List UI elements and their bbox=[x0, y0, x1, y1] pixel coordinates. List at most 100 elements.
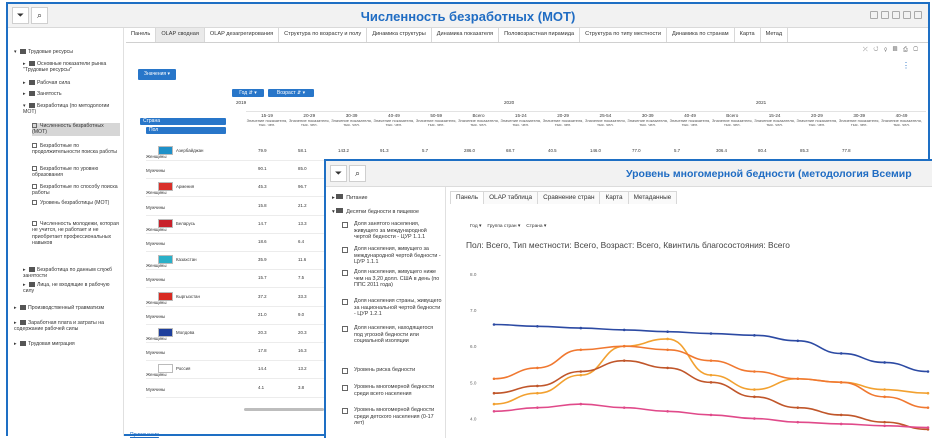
front-sidebar-item[interactable]: Доля населения, живущего ниже чем на 3,2… bbox=[342, 269, 442, 289]
data-point-1-4[interactable] bbox=[666, 337, 669, 341]
front-tab-4[interactable]: Метаданные bbox=[627, 191, 678, 204]
front-tab-0[interactable]: Панель bbox=[450, 191, 485, 204]
data-point-0-8[interactable] bbox=[839, 352, 843, 355]
series-line-2[interactable] bbox=[493, 345, 929, 409]
data-point-0-3[interactable] bbox=[622, 328, 626, 332]
notes-link[interactable]: Примечания bbox=[130, 432, 159, 438]
filter-dropdown[interactable]: Год ▾ bbox=[470, 224, 481, 229]
column-header[interactable]: 25-54 Значение показателя, тыс. чел. bbox=[584, 112, 626, 138]
data-point-4-8[interactable] bbox=[839, 422, 843, 426]
front-sidebar-item[interactable]: Уровень риска бедности bbox=[342, 367, 442, 374]
data-point-2-7[interactable] bbox=[796, 377, 800, 381]
column-header[interactable]: 15-24 Значение показателя, тыс. чел. bbox=[500, 112, 542, 138]
sidebar-item[interactable]: ▸ Лица, не входящие в рабочую силу bbox=[23, 282, 120, 295]
country-label[interactable]: Азербайджан bbox=[176, 148, 203, 153]
search-icon[interactable]: ⌕ bbox=[349, 165, 366, 182]
sidebar-item[interactable]: Безработные по уровню образования bbox=[32, 166, 120, 179]
data-point-4-6[interactable] bbox=[753, 417, 756, 420]
country-label[interactable]: Беларусь bbox=[176, 221, 195, 226]
data-point-1-2[interactable] bbox=[579, 373, 583, 377]
front-sidebar-item[interactable]: Доля населения, живущего за международно… bbox=[342, 246, 442, 266]
country-label[interactable]: Россия bbox=[176, 366, 190, 371]
data-point-3-3[interactable] bbox=[622, 359, 626, 362]
sidebar-item[interactable]: ▾ Трудовые ресурсы bbox=[14, 49, 120, 55]
tab-7[interactable]: Структура по типу местности bbox=[580, 28, 667, 42]
sidebar-item[interactable]: Численность молодежи, которая не учится,… bbox=[32, 221, 120, 247]
front-tab-3[interactable]: Карта bbox=[599, 191, 629, 204]
data-point-3-1[interactable] bbox=[536, 384, 539, 388]
column-header[interactable]: 20-29 Значение показателя, тыс. чел. bbox=[542, 112, 584, 138]
data-point-3-8[interactable] bbox=[839, 413, 843, 417]
sidebar-item[interactable]: ▸ Безработица по данным служб занятости bbox=[23, 267, 120, 280]
data-point-4-7[interactable] bbox=[796, 420, 800, 424]
sidebar-item[interactable]: ▸ Занятость bbox=[23, 91, 120, 97]
data-point-0-4[interactable] bbox=[666, 330, 669, 334]
front-sidebar-item[interactable]: Доля населения, находящегося под угрозой… bbox=[342, 325, 442, 345]
tab-4[interactable]: Динамика структуры bbox=[367, 28, 432, 42]
row-header-sex[interactable]: Пол bbox=[146, 127, 226, 134]
tab-5[interactable]: Динамика показателя bbox=[432, 28, 500, 42]
share-icon[interactable] bbox=[870, 11, 878, 19]
tab-1[interactable]: OLAP сводная bbox=[156, 28, 205, 42]
sidebar-item[interactable]: ▸ Трудовая миграция bbox=[14, 341, 120, 347]
year-filter-chip[interactable]: Год ⇵ ▾ bbox=[232, 89, 264, 97]
front-tab-2[interactable]: Сравнение стран bbox=[537, 191, 601, 204]
data-point-2-6[interactable] bbox=[753, 370, 756, 373]
copy-icon[interactable] bbox=[881, 11, 889, 19]
country-label[interactable]: Армения bbox=[176, 184, 194, 189]
data-point-4-2[interactable] bbox=[579, 402, 583, 406]
row-header-country[interactable]: Страна bbox=[140, 118, 226, 125]
data-point-0-2[interactable] bbox=[579, 326, 583, 330]
sidebar-item[interactable]: Безработные по способу поиска работы bbox=[32, 184, 120, 197]
sidebar-item[interactable]: Уровень безработицы (МОТ) bbox=[32, 200, 120, 206]
data-point-4-5[interactable] bbox=[709, 413, 713, 417]
horizontal-scrollbar[interactable] bbox=[244, 408, 324, 411]
data-point-3-4[interactable] bbox=[666, 366, 669, 370]
data-point-4-4[interactable] bbox=[666, 409, 669, 413]
front-sidebar-item[interactable]: Доля занятого населения, живущего за меж… bbox=[342, 221, 442, 241]
series-line-1[interactable] bbox=[493, 338, 929, 405]
data-point-4-10[interactable] bbox=[926, 426, 930, 429]
data-point-2-1[interactable] bbox=[536, 366, 539, 370]
sidebar-item[interactable]: ▾ Безработица (по методологии МОТ) bbox=[23, 103, 120, 116]
data-point-4-9[interactable] bbox=[883, 424, 886, 428]
data-point-3-2[interactable] bbox=[579, 370, 583, 373]
data-point-1-0[interactable] bbox=[492, 402, 496, 406]
front-sidebar-item[interactable]: Уровень многомерной бедности среди детск… bbox=[342, 407, 442, 427]
series-line-3[interactable] bbox=[493, 359, 929, 431]
data-point-2-8[interactable] bbox=[839, 381, 843, 384]
data-point-1-5[interactable] bbox=[709, 373, 713, 377]
front-sidebar-item[interactable]: Уровень многомерной бедности среди всего… bbox=[342, 384, 442, 397]
column-header[interactable]: 20-29 Значение показателя, тыс. чел. bbox=[288, 112, 330, 138]
sidebar-item[interactable]: ▸ Рабочая сила bbox=[23, 80, 120, 86]
fullscreen-icon[interactable] bbox=[914, 11, 922, 19]
column-header[interactable]: 40-49 Значение показателя, тыс. чел. bbox=[669, 112, 711, 138]
data-point-3-7[interactable] bbox=[796, 406, 800, 409]
data-point-2-5[interactable] bbox=[709, 359, 713, 362]
column-header[interactable]: 30-39 Значение показателя, тыс. чел. bbox=[838, 112, 880, 138]
sidebar-item[interactable]: ▸ Заработная плата и затраты на содержани… bbox=[14, 320, 120, 333]
menu-dots-icon[interactable]: ⋮ bbox=[902, 61, 910, 70]
tab-9[interactable]: Карта bbox=[735, 28, 761, 42]
country-label[interactable]: Молдова bbox=[176, 330, 194, 335]
data-point-0-10[interactable] bbox=[926, 370, 930, 373]
filter-dropdown[interactable]: Страна ▾ bbox=[526, 224, 546, 229]
data-point-3-0[interactable] bbox=[492, 391, 496, 395]
sidebar-item[interactable]: ▸ Производственный травматизм bbox=[14, 305, 120, 311]
data-point-4-1[interactable] bbox=[536, 406, 539, 409]
column-header[interactable]: 40-49 Значение показателя, тыс. чел. bbox=[881, 112, 923, 138]
front-tab-1[interactable]: OLAP таблица bbox=[483, 191, 539, 204]
data-point-1-9[interactable] bbox=[883, 388, 886, 391]
column-header[interactable]: Всего Значение показателя, тыс. чел. bbox=[711, 112, 753, 138]
tab-3[interactable]: Структура по возрасту и полу bbox=[279, 28, 368, 42]
data-point-2-4[interactable] bbox=[666, 348, 669, 352]
data-point-1-6[interactable] bbox=[753, 388, 756, 391]
data-point-3-5[interactable] bbox=[709, 381, 713, 384]
data-point-1-1[interactable] bbox=[536, 391, 539, 395]
filter-icon[interactable]: ⏷ bbox=[330, 165, 347, 182]
data-point-0-6[interactable] bbox=[753, 334, 756, 337]
print-icon[interactable] bbox=[903, 11, 911, 19]
front-sidebar-item[interactable]: Доля населения страны, живущего за нацио… bbox=[342, 298, 442, 318]
data-point-0-0[interactable] bbox=[492, 323, 496, 326]
country-label[interactable]: Казахстан bbox=[176, 257, 197, 262]
